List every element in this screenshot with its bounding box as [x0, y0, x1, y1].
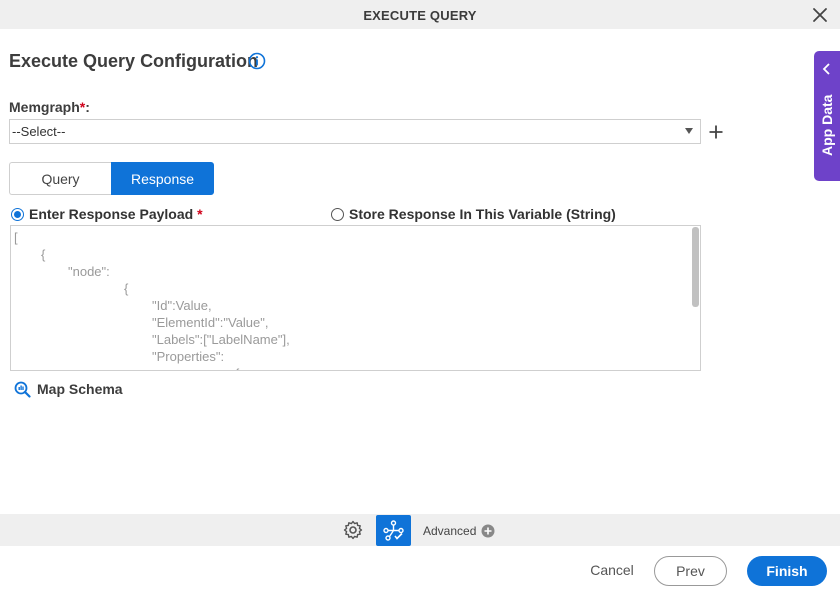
payload-line: "Properties": [152, 349, 225, 364]
page-title: Execute Query Configuration [9, 51, 259, 71]
payload-line: { [235, 366, 239, 370]
app-data-panel-toggle[interactable]: App Data [814, 51, 840, 181]
finish-button[interactable]: Finish [747, 556, 827, 586]
title-bar: EXECUTE QUERY [0, 0, 840, 29]
advanced-label: Advanced [423, 524, 477, 538]
cancel-button[interactable]: Cancel [582, 562, 642, 582]
map-schema-label: Map Schema [37, 381, 123, 397]
plus-circle-icon [481, 524, 495, 538]
chevron-left-icon [822, 63, 830, 75]
query-response-tabs: Query Response [9, 162, 214, 195]
memgraph-selected-value: --Select-- [12, 124, 66, 139]
memgraph-select[interactable]: --Select-- [9, 119, 701, 144]
close-icon[interactable] [812, 7, 828, 23]
window-title: EXECUTE QUERY [363, 8, 477, 23]
plus-icon[interactable] [708, 124, 724, 140]
advanced-toggle[interactable]: Advanced [423, 524, 495, 538]
dropdown-caret-icon [685, 128, 693, 134]
required-mark: * [197, 206, 203, 222]
payload-line: "ElementId":"Value", [152, 315, 269, 330]
map-schema-link[interactable]: Map Schema [14, 380, 123, 398]
radio-selected-icon [11, 207, 24, 221]
memgraph-label-colon: : [85, 99, 90, 115]
prev-button[interactable]: Prev [654, 556, 727, 586]
response-payload-textarea[interactable]: [ { "node": { "Id":Value, "ElementId":"V… [10, 225, 701, 371]
gear-icon[interactable] [343, 520, 363, 540]
process-flow-button[interactable] [376, 515, 411, 546]
payload-line: "node": [68, 264, 110, 279]
process-flow-icon [383, 520, 404, 541]
payload-line: { [124, 281, 129, 296]
tab-query[interactable]: Query [9, 162, 111, 195]
payload-line: { [41, 247, 46, 262]
payload-line: [ [14, 230, 18, 245]
memgraph-label-text: Memgraph [9, 99, 80, 115]
radio-store-response-variable-label: Store Response In This Variable (String) [349, 206, 616, 222]
radio-enter-response-payload-label: Enter Response Payload [29, 206, 194, 222]
payload-line: "Labels":["LabelName"], [152, 332, 290, 347]
memgraph-label: Memgraph*: [9, 99, 90, 115]
info-icon[interactable] [248, 52, 266, 70]
app-data-label: App Data [819, 95, 835, 157]
radio-enter-response-payload[interactable]: Enter Response Payload * [11, 206, 203, 222]
tab-response[interactable]: Response [111, 162, 214, 195]
search-schema-icon [14, 381, 31, 398]
radio-store-response-variable[interactable]: Store Response In This Variable (String) [331, 206, 616, 222]
bottom-toolbar [0, 514, 840, 546]
radio-unselected-icon [331, 207, 344, 221]
payload-scrollbar[interactable] [692, 227, 699, 307]
payload-line: "Id":Value, [152, 298, 212, 313]
